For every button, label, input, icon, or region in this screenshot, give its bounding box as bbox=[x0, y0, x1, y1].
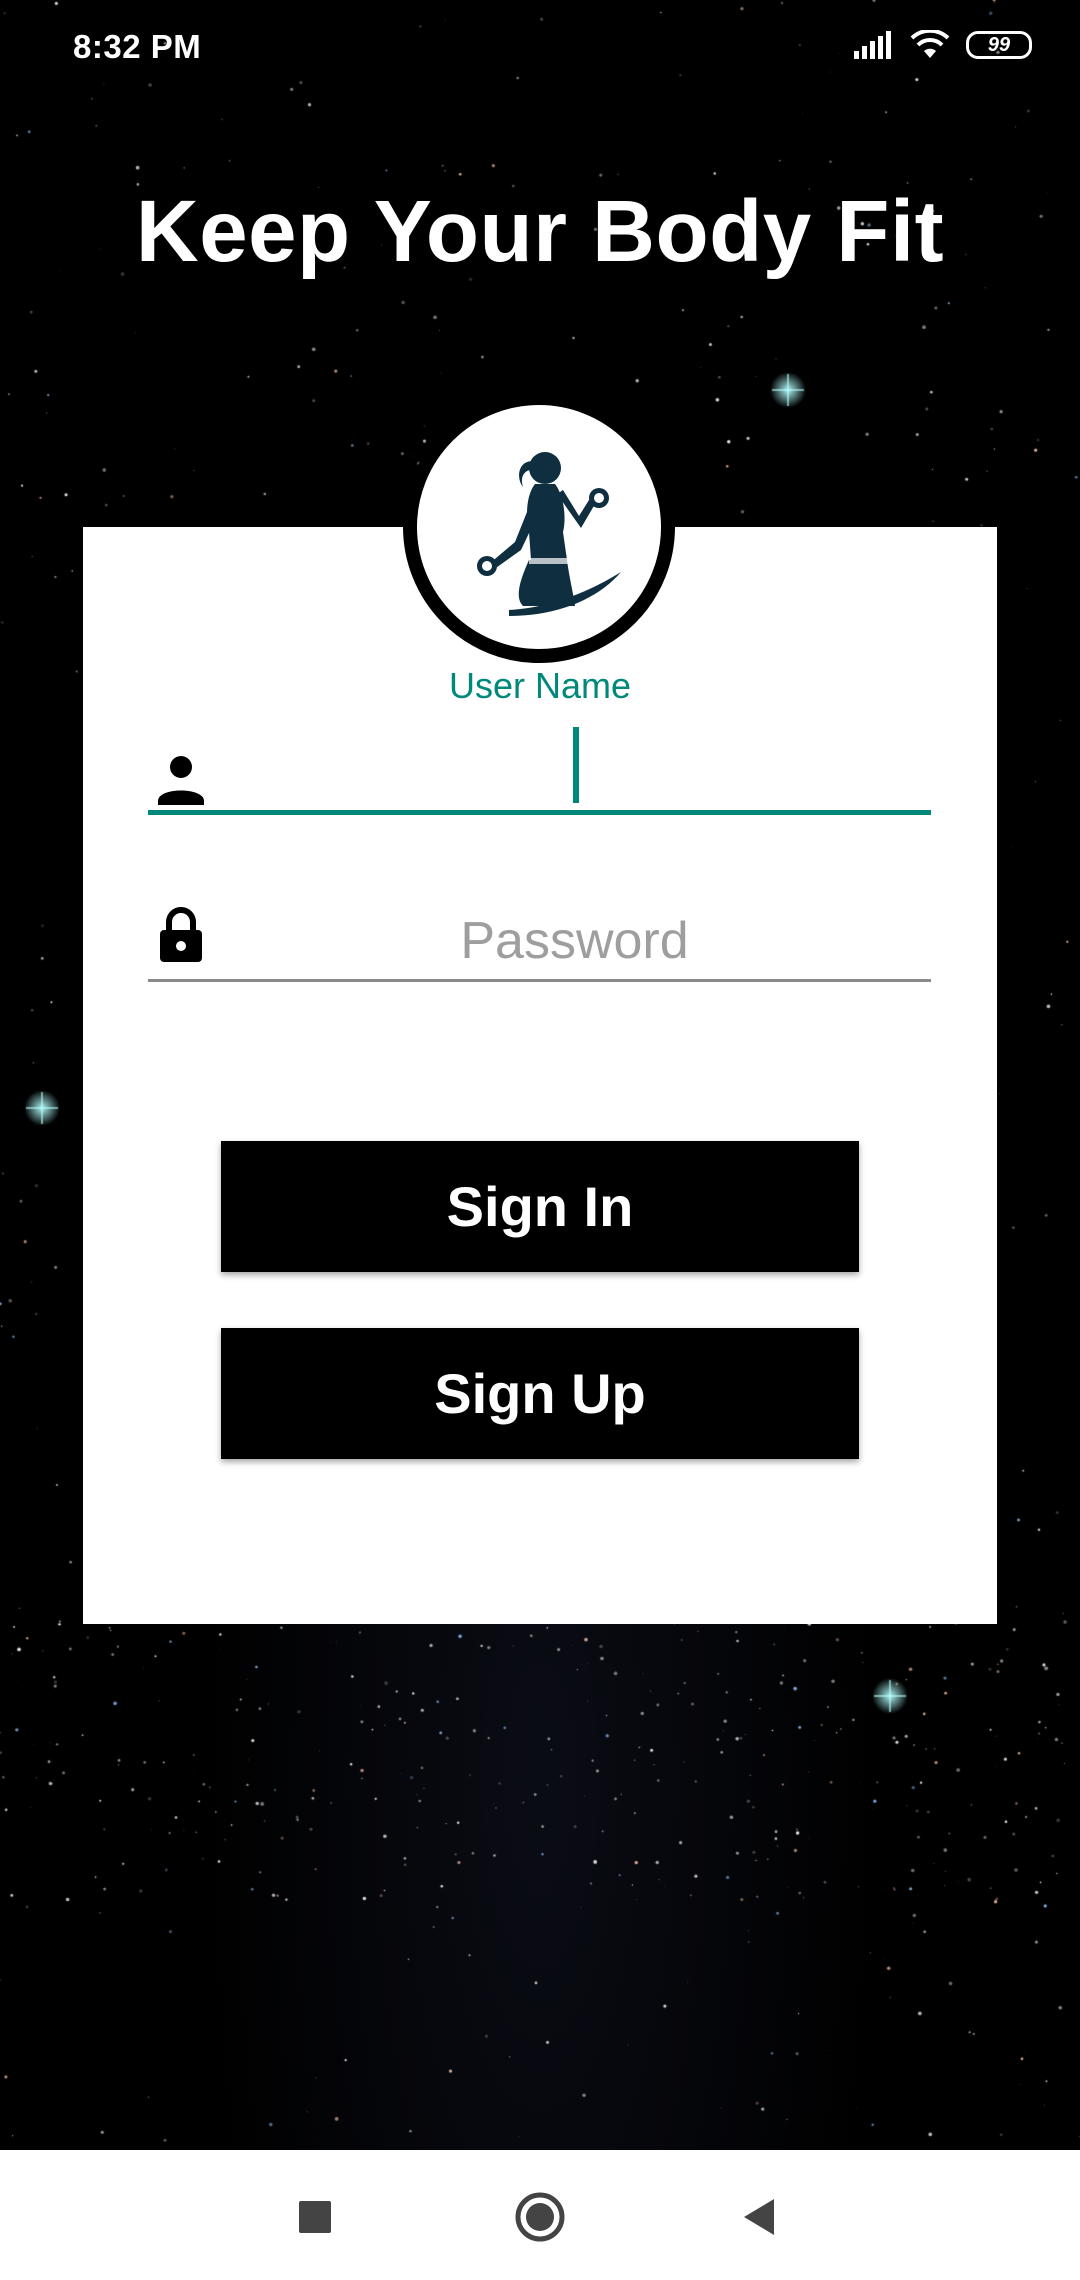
password-field[interactable] bbox=[148, 902, 931, 982]
square-recents-icon bbox=[299, 2201, 331, 2233]
triangle-back-icon bbox=[744, 2199, 774, 2235]
recents-button[interactable] bbox=[280, 2182, 350, 2252]
username-field[interactable] bbox=[148, 735, 931, 815]
fitness-woman-dumbbell-icon bbox=[477, 452, 621, 616]
battery-level: 99 bbox=[987, 33, 1011, 56]
navigation-bar bbox=[0, 2150, 1080, 2280]
app-title: Keep Your Body Fit bbox=[135, 183, 945, 280]
home-button[interactable] bbox=[505, 2182, 575, 2252]
login-screen: 8:32 PM 99 Keep Your Body Fit User Name … bbox=[0, 0, 1080, 2280]
status-bar: 8:32 PM 99 bbox=[0, 0, 1080, 96]
username-label: User Name bbox=[448, 665, 632, 706]
status-time: 8:32 PM bbox=[73, 28, 202, 65]
username-underline bbox=[148, 810, 931, 815]
sign-in-button[interactable]: Sign In bbox=[221, 1141, 859, 1272]
signal-icon bbox=[854, 31, 891, 59]
wifi-icon bbox=[910, 30, 950, 58]
status-icons: 99 bbox=[854, 30, 1032, 60]
app-logo bbox=[403, 391, 675, 663]
password-input[interactable] bbox=[218, 902, 931, 980]
circle-home-icon bbox=[515, 2192, 565, 2242]
lock-icon bbox=[160, 907, 202, 962]
password-underline bbox=[148, 979, 931, 982]
person-icon bbox=[158, 756, 204, 805]
back-button[interactable] bbox=[725, 2182, 795, 2252]
sign-up-button[interactable]: Sign Up bbox=[221, 1328, 859, 1459]
battery-icon: 99 bbox=[966, 31, 1032, 59]
text-caret bbox=[573, 727, 579, 803]
